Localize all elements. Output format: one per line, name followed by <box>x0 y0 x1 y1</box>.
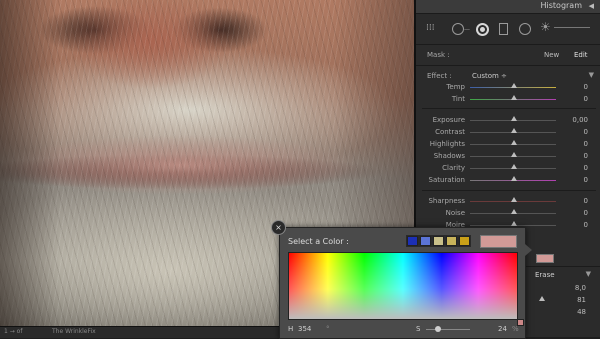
slider-knob[interactable] <box>511 116 517 121</box>
collapse-triangle-icon[interactable]: ◀ <box>589 2 594 10</box>
hue-value[interactable]: 354 <box>298 325 311 333</box>
slider-clarity[interactable]: Clarity 0 <box>416 161 600 173</box>
slider-knob[interactable] <box>511 209 517 214</box>
slider-value[interactable]: 0 <box>584 83 588 91</box>
slider-exposure[interactable]: Exposure 0,00 <box>416 113 600 125</box>
color-swatch[interactable] <box>433 236 444 246</box>
slider-label: Saturation <box>428 176 466 184</box>
hue-saturation-row: H 354 ° S 24 % <box>288 324 519 334</box>
brush-flow-value[interactable]: 48 <box>577 308 586 316</box>
popup-pointer <box>525 244 532 256</box>
filmstrip-left-text: 1 → of <box>4 328 23 335</box>
photo-shade-left <box>0 0 60 326</box>
slider-label: Noise <box>445 209 465 217</box>
divider <box>422 108 596 109</box>
slider-label: Sharpness <box>428 197 465 205</box>
slider-value[interactable]: 0,00 <box>572 116 588 124</box>
spot-removal-arrow-icon: — <box>464 26 470 33</box>
slider-knob[interactable] <box>511 83 517 88</box>
hue-unit: ° <box>326 325 330 333</box>
slider-label: Clarity <box>442 164 465 172</box>
divider <box>422 190 596 191</box>
slider-sharpness[interactable]: Sharpness 0 <box>416 194 600 206</box>
slider-knob[interactable] <box>511 152 517 157</box>
hue-label: H <box>288 325 294 333</box>
slider-value[interactable]: 0 <box>584 95 588 103</box>
color-swatch[interactable] <box>420 236 431 246</box>
slider-knob[interactable] <box>511 197 517 202</box>
slider-knob[interactable] <box>511 164 517 169</box>
histogram-title: Histogram <box>540 1 583 10</box>
brush-feather-knob[interactable] <box>539 296 545 301</box>
slider-knob[interactable] <box>511 176 517 181</box>
slider-knob[interactable] <box>511 95 517 100</box>
slider-value[interactable]: 0 <box>584 197 588 205</box>
saturation-value[interactable]: 24 <box>498 325 507 333</box>
slider-label: Exposure <box>432 116 465 124</box>
color-picker-popup: Select a Color : H 354 ° S 24 % <box>279 227 532 339</box>
color-swatch[interactable] <box>407 236 418 246</box>
saturation-unit: % <box>512 325 519 333</box>
slider-value[interactable]: 0 <box>584 128 588 136</box>
radial-filter-icon[interactable] <box>519 23 531 35</box>
effect-label: Effect : <box>427 72 452 80</box>
saturation-slider-track[interactable] <box>426 329 470 330</box>
color-swatch[interactable] <box>446 236 457 246</box>
erase-brush-button[interactable]: Erase <box>535 271 555 279</box>
color-swatch[interactable] <box>459 236 470 246</box>
slider-label: Tint <box>451 95 465 103</box>
slider-noise[interactable]: Noise 0 <box>416 206 600 218</box>
adjustment-brush-icon[interactable]: ☀ <box>540 20 551 34</box>
saturation-label: S <box>416 325 421 333</box>
slider-value[interactable]: 0 <box>584 221 588 229</box>
slider-value[interactable]: 0 <box>584 209 588 217</box>
brush-feather-value[interactable]: 81 <box>577 296 586 304</box>
slider-knob[interactable] <box>511 221 517 226</box>
slider-contrast[interactable]: Contrast 0 <box>416 125 600 137</box>
mask-row: Mask : New Edit <box>416 45 600 66</box>
graduated-filter-icon[interactable] <box>499 23 508 35</box>
brush-size-value[interactable]: 8,0 <box>575 284 586 292</box>
slider-highlights[interactable]: Highlights 0 <box>416 137 600 149</box>
mask-edit-button[interactable]: Edit <box>574 51 588 59</box>
effect-collapse-icon[interactable]: ▼ <box>589 71 594 79</box>
filmstrip-mid-text: The WrinkleFix <box>52 328 96 335</box>
close-icon[interactable]: × <box>271 220 286 235</box>
slider-value[interactable]: 0 <box>584 164 588 172</box>
slider-shadows[interactable]: Shadows 0 <box>416 149 600 161</box>
slider-tint[interactable]: Tint 0 <box>416 92 600 104</box>
brush-slider-track[interactable] <box>554 27 590 28</box>
mask-label: Mask : <box>427 51 450 59</box>
current-color-preview <box>480 235 517 248</box>
brush-collapse-icon[interactable]: ▼ <box>586 270 591 278</box>
spot-removal-icon[interactable] <box>452 23 464 35</box>
crop-overlay-icon[interactable]: ⁞⁞⁞ <box>426 23 435 33</box>
slider-label: Temp <box>446 83 465 91</box>
color-spectrum-field[interactable] <box>288 252 524 326</box>
slider-label: Contrast <box>435 128 465 136</box>
red-eye-icon[interactable] <box>476 23 489 36</box>
slider-label: Shadows <box>433 152 465 160</box>
saturation-slider-knob[interactable] <box>435 326 441 332</box>
slider-temp[interactable]: Temp 0 <box>416 80 600 92</box>
slider-value[interactable]: 0 <box>584 140 588 148</box>
slider-label: Highlights <box>429 140 465 148</box>
slider-value[interactable]: 0 <box>584 152 588 160</box>
slider-knob[interactable] <box>511 140 517 145</box>
mask-color-chip[interactable] <box>536 254 554 263</box>
effect-preset-select[interactable]: Custom ÷ <box>472 72 507 80</box>
slider-value[interactable]: 0 <box>584 176 588 184</box>
mask-new-button[interactable]: New <box>544 51 559 59</box>
color-swatch-row <box>406 235 471 247</box>
slider-saturation[interactable]: Saturation 0 <box>416 173 600 185</box>
histogram-header[interactable]: Histogram ◀ <box>416 0 600 14</box>
slider-knob[interactable] <box>511 128 517 133</box>
color-picker-title: Select a Color : <box>288 237 349 246</box>
tool-strip: ⁞⁞⁞ — ☀ <box>416 14 600 45</box>
